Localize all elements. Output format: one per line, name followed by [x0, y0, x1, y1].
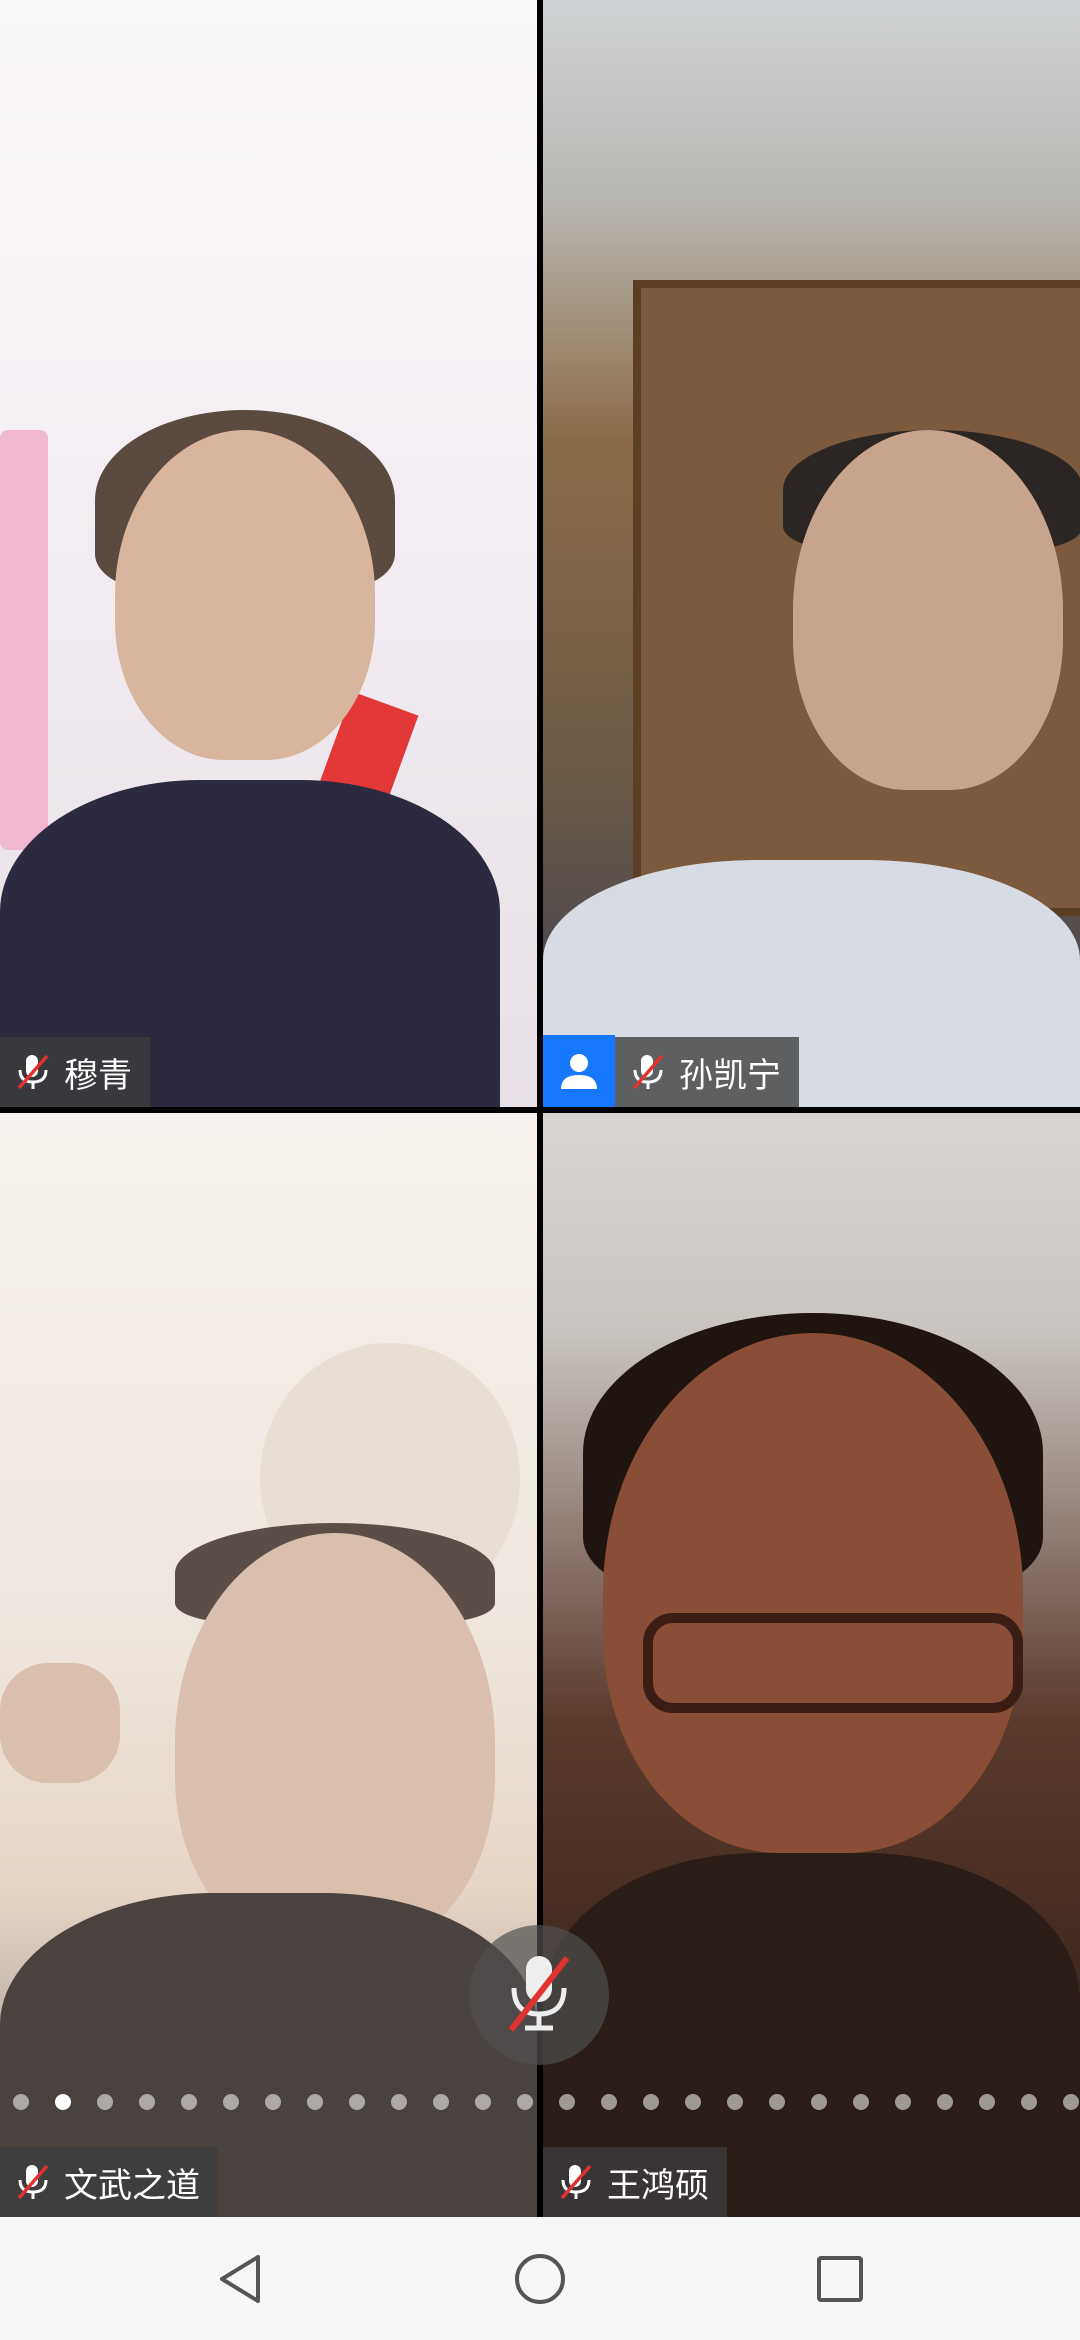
page-dot[interactable] [979, 2094, 995, 2110]
page-dot[interactable] [769, 2094, 785, 2110]
page-dot[interactable] [937, 2094, 953, 2110]
mic-muted-icon [499, 1948, 579, 2042]
participant-name-label: 文武之道 [0, 2147, 218, 2217]
participant-name: 王鸿硕 [607, 2165, 709, 2206]
page-dot[interactable] [181, 2094, 197, 2110]
page-dot[interactable] [643, 2094, 659, 2110]
participant-video-1 [0, 0, 537, 1107]
page-dot[interactable] [139, 2094, 155, 2110]
mic-muted-icon [14, 2162, 52, 2202]
page-dot[interactable] [853, 2094, 869, 2110]
participant-video-3 [0, 1113, 537, 2217]
participant-name-label: 孙凯宁 [615, 1037, 799, 1107]
page-dot[interactable] [55, 2094, 71, 2110]
participant-face [175, 1533, 495, 1953]
home-circle-icon [515, 2253, 565, 2304]
background-object [0, 430, 48, 850]
page-dot[interactable] [13, 2094, 29, 2110]
page-dot[interactable] [307, 2094, 323, 2110]
participant-face [793, 430, 1063, 790]
page-dot[interactable] [97, 2094, 113, 2110]
participant-name-label: 王鸿硕 [543, 2147, 727, 2217]
participant-name: 孙凯宁 [679, 1055, 781, 1096]
user-avatar-icon [543, 1035, 615, 1107]
mic-muted-icon [14, 1052, 52, 1092]
page-dot[interactable] [265, 2094, 281, 2110]
page-dot[interactable] [727, 2094, 743, 2110]
page-dot[interactable] [1021, 2094, 1037, 2110]
participant-tile-2[interactable]: 孙凯宁 [543, 0, 1080, 1107]
participant-tile-1[interactable]: 穆青 [0, 0, 537, 1107]
participant-hand [0, 1663, 120, 1783]
page-dot[interactable] [349, 2094, 365, 2110]
participant-name: 文武之道 [64, 2165, 200, 2206]
mic-muted-icon [629, 1052, 667, 1092]
participant-video-2 [543, 0, 1080, 1107]
participant-face [603, 1333, 1023, 1853]
participant-tile-4[interactable]: 王鸿硕 [543, 1113, 1080, 2217]
participant-name: 穆青 [64, 1055, 132, 1096]
system-navigation-bar [0, 2217, 1080, 2340]
page-dot[interactable] [1063, 2094, 1079, 2110]
recents-button[interactable] [785, 2224, 895, 2334]
mute-toggle-button[interactable] [469, 1925, 609, 2065]
page-dot[interactable] [517, 2094, 533, 2110]
recents-square-icon [817, 2255, 863, 2302]
page-dot[interactable] [223, 2094, 239, 2110]
page-indicator[interactable] [0, 2088, 1080, 2116]
page-dot[interactable] [559, 2094, 575, 2110]
page-dot[interactable] [601, 2094, 617, 2110]
home-button[interactable] [485, 2224, 595, 2334]
video-call-screen: 穆青 孙凯宁 文武之道 王鸿硕 [0, 0, 1080, 2340]
mic-muted-icon [557, 2162, 595, 2202]
page-dot[interactable] [475, 2094, 491, 2110]
back-button[interactable] [185, 2224, 295, 2334]
page-dot[interactable] [433, 2094, 449, 2110]
page-dot[interactable] [391, 2094, 407, 2110]
participant-name-label: 穆青 [0, 1037, 150, 1107]
participant-grid: 穆青 孙凯宁 文武之道 王鸿硕 [0, 0, 1080, 2217]
participant-face [115, 430, 375, 760]
participant-tile-3[interactable]: 文武之道 [0, 1113, 537, 2217]
page-dot[interactable] [811, 2094, 827, 2110]
participant-glasses [643, 1613, 1023, 1713]
page-dot[interactable] [895, 2094, 911, 2110]
back-triangle-icon [220, 2254, 260, 2303]
participant-video-4 [543, 1113, 1080, 2217]
page-dot[interactable] [685, 2094, 701, 2110]
